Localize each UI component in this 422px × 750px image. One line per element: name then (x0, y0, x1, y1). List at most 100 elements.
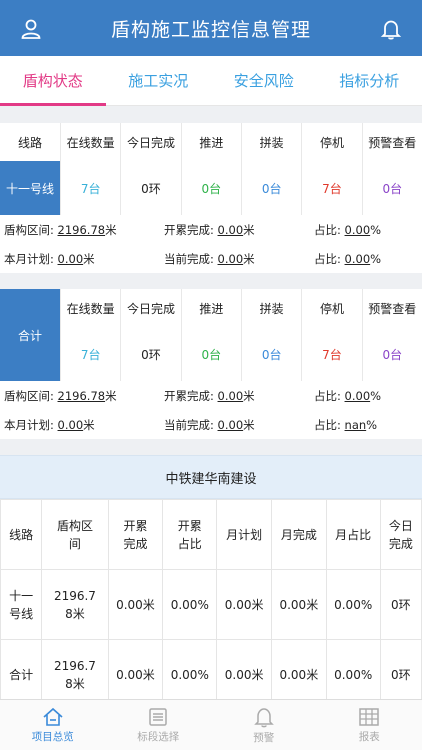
total-assemble-count[interactable]: 0台 (240, 327, 301, 381)
tab-safety-risk[interactable]: 安全风险 (211, 56, 317, 105)
tab-shield-status[interactable]: 盾构状态 (0, 56, 106, 106)
th-monthly-ratio: 月占比 (325, 499, 381, 570)
th-monthly-complete: 月完成 (270, 499, 327, 570)
interval-value: 2196.78 (57, 222, 106, 237)
th-cumulative: 开累完成 (107, 499, 164, 570)
ratio-value: 0.00 (344, 222, 371, 237)
line-status-value-row: 十一号线 7台 0环 0台 0台 7台 0台 (0, 161, 422, 215)
nav-label: 预警 (253, 731, 275, 744)
th-cumulative-ratio-text: 开累占比 (177, 518, 202, 551)
cumulative-label: 开累完成: (164, 222, 214, 237)
th-today-text: 今日完成 (388, 518, 413, 551)
tab-construction-live[interactable]: 施工实况 (106, 56, 212, 105)
cell-monthly-ratio: 0.00% (325, 639, 381, 699)
cumulative-unit: 米 (243, 222, 255, 237)
total-monthly-ratio-info: 占比: nan% (314, 417, 377, 433)
total-col-online: 在线数量 (60, 289, 120, 327)
nav-project-overview[interactable]: 项目总览 (0, 700, 106, 750)
col-header-online: 在线数量 (60, 123, 120, 161)
cell-cumulative: 0.00米 (107, 639, 164, 699)
table-row[interactable]: 合计 2196.78米 0.00米 0.00% 0.00米 0.00米 0.00… (0, 639, 422, 699)
cell-line: 十一号线 (0, 569, 43, 640)
main-content: 线路 在线数量 今日完成 推进 拼装 停机 预警查看 十一号线 7台 0环 0台… (0, 107, 422, 699)
monthly-plan-unit: 米 (83, 251, 95, 266)
notification-button[interactable] (376, 14, 406, 44)
user-icon (21, 19, 41, 39)
line-name-button[interactable]: 十一号线 (0, 161, 60, 215)
monthly-plan-label: 本月计划: (4, 251, 54, 266)
th-interval-text: 盾构区间 (56, 518, 93, 551)
th-monthly-plan: 月计划 (216, 499, 272, 570)
nav-warning[interactable]: 预警 (211, 700, 317, 750)
total-status-section: 合计 在线数量 今日完成 推进 拼装 停机 预警查看 7台 0环 0台 0台 7… (0, 289, 422, 439)
cell-monthly-complete: 0.00米 (270, 639, 327, 699)
total-current-complete-value: 0.00 (217, 417, 244, 432)
col-header-assemble: 拼装 (240, 123, 301, 161)
cell-monthly-ratio: 0.00% (325, 569, 381, 640)
assemble-count[interactable]: 0台 (240, 161, 301, 215)
company-name: 中铁建华南建设 (0, 455, 422, 499)
cell-interval: 2196.78米 (41, 569, 109, 640)
cell-interval-text: 2196.78米 (53, 588, 96, 621)
interval-info: 盾构区间: 2196.78米 (4, 222, 164, 238)
total-monthly-ratio-value: nan (344, 417, 367, 432)
total-ratio-info: 占比: 0.00% (314, 388, 381, 404)
total-stop-count[interactable]: 7台 (301, 327, 361, 381)
current-complete-unit: 米 (243, 251, 255, 266)
cell-monthly-complete: 0.00米 (270, 569, 327, 640)
total-monthly-plan-value: 0.00 (57, 417, 84, 432)
nav-section-select[interactable]: 标段选择 (106, 700, 212, 750)
ratio-label: 占比: (314, 222, 341, 237)
total-col-assemble: 拼装 (240, 289, 301, 327)
nav-report[interactable]: 报表 (317, 700, 422, 750)
line-info: 盾构区间: 2196.78米 开累完成: 0.00米 占比: 0.00% 本月计… (0, 215, 422, 273)
cumulative-info: 开累完成: 0.00米 (164, 222, 314, 238)
total-current-complete-label: 当前完成: (164, 417, 214, 432)
total-interval-label: 盾构区间: (4, 388, 54, 403)
table-icon (359, 707, 379, 726)
table-row[interactable]: 十一号线 2196.78米 0.00米 0.00% 0.00米 0.00米 0.… (0, 569, 422, 640)
cell-line-text: 十一号线 (9, 588, 34, 621)
total-cumulative-label: 开累完成: (164, 388, 214, 403)
total-advance-count[interactable]: 0台 (180, 327, 241, 381)
th-interval: 盾构区间 (41, 499, 109, 570)
col-header-warning: 预警查看 (361, 123, 422, 161)
total-monthly-ratio-label: 占比: (314, 417, 341, 432)
cell-monthly-plan: 0.00米 (216, 639, 272, 699)
total-monthly-plan-unit: 米 (83, 417, 95, 432)
monthly-ratio-label: 占比: (314, 251, 341, 266)
col-header-stop: 停机 (301, 123, 361, 161)
warning-count[interactable]: 0台 (361, 161, 422, 215)
total-today-complete: 0环 (120, 327, 180, 381)
th-today: 今日完成 (379, 499, 422, 570)
user-button[interactable] (16, 14, 46, 44)
total-online-count[interactable]: 7台 (60, 327, 120, 381)
bottom-nav: 项目总览 标段选择 预警 报表 (0, 699, 422, 750)
monthly-plan-info: 本月计划: 0.00米 (4, 251, 164, 267)
th-cumulative-text: 开累完成 (123, 518, 148, 551)
total-warning-count[interactable]: 0台 (361, 327, 422, 381)
online-count[interactable]: 7台 (60, 161, 120, 215)
tab-indicator-analysis[interactable]: 指标分析 (317, 56, 422, 105)
stop-count[interactable]: 7台 (301, 161, 361, 215)
section-gap (0, 273, 422, 289)
ratio-info: 占比: 0.00% (314, 222, 381, 238)
advance-count[interactable]: 0台 (180, 161, 241, 215)
th-line: 线路 (0, 499, 43, 570)
monthly-plan-value: 0.00 (57, 251, 84, 266)
total-ratio-label: 占比: (314, 388, 341, 403)
interval-unit: 米 (105, 222, 117, 237)
today-complete: 0环 (120, 161, 180, 215)
total-ratio-unit: % (370, 388, 382, 403)
bell-icon (380, 20, 402, 40)
total-monthly-ratio-unit: % (366, 417, 378, 432)
ratio-unit: % (370, 222, 382, 237)
current-complete-label: 当前完成: (164, 251, 214, 266)
list-icon (149, 707, 167, 726)
cell-cumulative: 0.00米 (107, 569, 164, 640)
cell-cumulative-ratio: 0.00% (162, 569, 218, 640)
current-complete-info: 当前完成: 0.00米 (164, 251, 314, 267)
col-header-advance: 推进 (180, 123, 241, 161)
total-value-row: 7台 0环 0台 0台 7台 0台 (60, 327, 422, 381)
total-col-warning: 预警查看 (361, 289, 422, 327)
